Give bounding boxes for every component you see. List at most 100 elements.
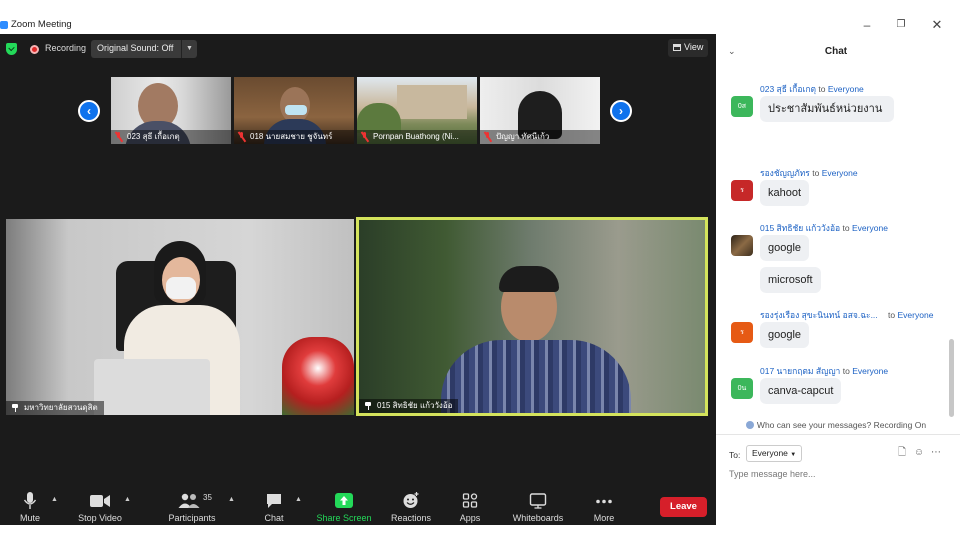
chat-message-input[interactable]: Type message here...: [729, 469, 816, 479]
recording-icon: [30, 45, 39, 54]
message-sender: รองชัญญภัทร: [760, 168, 810, 178]
security-shield-icon[interactable]: [6, 43, 17, 55]
mute-label: Mute: [19, 513, 41, 523]
video-camera-icon: [90, 495, 110, 507]
previous-page-icon[interactable]: ‹: [78, 100, 100, 122]
message-bubble: ประชาสัมพันธ์หน่วยงาน: [760, 96, 894, 122]
participant-body: [441, 340, 631, 413]
message-sender: รองรุ่งเรือง สุขะนินทน์ อสจ.ฉะ...: [760, 310, 878, 320]
more-options-icon[interactable]: ⋯: [930, 447, 942, 459]
participant-thumbnail[interactable]: Pornpan Buathong (Ni...: [357, 77, 477, 144]
participant-name: 018 นายสมชาย ชูจันทร์: [234, 130, 354, 144]
tree-shape: [357, 103, 401, 133]
participant-video[interactable]: มหาวิทยาลัยสวนดุสิต: [6, 219, 354, 415]
participants-count: 35: [203, 493, 212, 502]
message-bubble: canva-capcut: [760, 378, 842, 404]
view-button[interactable]: View: [668, 39, 708, 57]
zoom-app: Zoom Meeting – ❐ ✕ Recording Original So…: [0, 0, 960, 540]
chevron-up-icon[interactable]: ▲: [228, 496, 235, 503]
avatar: 0ส: [731, 96, 753, 117]
whiteboards-label: Whiteboards: [512, 513, 564, 523]
message-sender: 023 สุธี เกื้อเกตุ: [760, 84, 817, 94]
pin-icon: [364, 402, 372, 410]
meeting-top-bar: Recording Original Sound: Off ▼ View: [0, 34, 716, 64]
chat-scrollbar[interactable]: [949, 339, 954, 417]
laptop-shape: [94, 359, 210, 415]
more-dots-icon: [596, 499, 612, 504]
reactions-label: Reactions: [390, 513, 432, 523]
chevron-up-icon[interactable]: ▲: [124, 496, 131, 503]
message-bubble: google: [760, 322, 810, 348]
pin-icon: [11, 404, 19, 412]
participant-thumbnail[interactable]: 023 สุธี เกื้อเกตุ: [111, 77, 231, 144]
message-sender: 015 สิทธิชัย แก้ววังอ้อ: [760, 223, 841, 233]
message-target: Everyone: [852, 223, 888, 233]
stop-video-label: Stop Video: [78, 513, 122, 523]
divider: [716, 434, 960, 435]
minimize-icon[interactable]: –: [858, 17, 876, 33]
muted-mic-icon: [238, 132, 245, 142]
recording-label: Recording: [45, 43, 87, 53]
chat-panel: ⌄ Chat 023 สุธี เกื้อเกตุ to Everyone 0ส…: [716, 34, 960, 525]
participant-thumbnail[interactable]: ปัญญา ทัศนีเก้ว: [480, 77, 600, 144]
participant-thumbnail[interactable]: 018 นายสมชาย ชูจันทร์: [234, 77, 354, 144]
zoom-logo-icon: [0, 21, 8, 29]
participant-hair: [499, 266, 559, 292]
message-bubble: kahoot: [760, 180, 810, 206]
view-label: View: [684, 42, 704, 52]
original-sound-label: Original Sound: Off: [97, 43, 174, 53]
who-can-see-link[interactable]: Who can see your messages? Recording On: [716, 420, 956, 430]
participant-name-tag: มหาวิทยาลัยสวนดุสิต: [6, 401, 104, 415]
chevron-up-icon[interactable]: ▲: [51, 496, 58, 503]
to-label: To:: [729, 450, 741, 460]
leave-button[interactable]: Leave: [660, 497, 707, 517]
next-page-icon[interactable]: ›: [610, 100, 632, 122]
muted-mic-icon: [361, 132, 368, 142]
muted-mic-icon: [115, 132, 122, 142]
avatar: ร: [731, 322, 753, 343]
window-title: Zoom Meeting: [11, 19, 72, 30]
message-target: Everyone: [897, 310, 934, 320]
avatar: 0น: [731, 378, 753, 399]
view-grid-icon: [673, 44, 681, 51]
emoji-icon[interactable]: ☺: [913, 447, 925, 459]
chevron-down-icon[interactable]: ▼: [181, 40, 197, 58]
original-sound-button[interactable]: Original Sound: Off ▼: [91, 40, 197, 58]
apps-label: Apps: [459, 513, 481, 523]
apps-icon: [462, 493, 478, 508]
restore-icon[interactable]: ❐: [892, 17, 910, 33]
message-header: รองรุ่งเรือง สุขะนินทน์ อสจ.ฉะ... to Eve…: [760, 310, 934, 320]
message-header: 023 สุธี เกื้อเกตุ to Everyone: [760, 84, 864, 94]
chevron-up-icon[interactable]: ▲: [295, 496, 302, 503]
chat-title: Chat: [824, 46, 848, 57]
message-sender: 017 นายกฤตม สัญญา: [760, 366, 841, 376]
participant-mask: [285, 105, 307, 115]
message-header: รองชัญญภัทร to Everyone: [760, 168, 858, 178]
message-header: 015 สิทธิชัย แก้ววังอ้อ to Everyone: [760, 223, 888, 233]
muted-mic-icon: [484, 132, 491, 142]
message-header: 017 นายกฤตม สัญญา to Everyone: [760, 366, 889, 376]
avatar: ร: [731, 180, 753, 201]
message-bubble: google: [760, 235, 810, 261]
flower-bouquet-shape: [282, 337, 354, 415]
meeting-area: Recording Original Sound: Off ▼ View ‹ ›…: [0, 34, 716, 525]
participants-icon: [178, 493, 200, 508]
share-screen-label: Share Screen: [316, 513, 372, 523]
active-speaker-video[interactable]: 015 สิทธิชัย แก้ววังอ้อ: [356, 217, 708, 416]
message-bubble: microsoft: [760, 267, 821, 293]
message-target: Everyone: [821, 168, 858, 178]
recipient-select[interactable]: Everyone ▼: [746, 445, 802, 462]
more-label: More: [593, 513, 615, 523]
title-bar: Zoom Meeting – ❐ ✕: [0, 15, 960, 35]
chat-bubble-icon: [267, 494, 281, 508]
participant-name: ปัญญา ทัศนีเก้ว: [480, 130, 600, 144]
message-target: Everyone: [852, 366, 889, 376]
chat-label: Chat: [264, 513, 284, 523]
recipient-value: Everyone: [752, 448, 788, 458]
participant-name: Pornpan Buathong (Ni...: [357, 130, 477, 144]
participants-label: Participants: [168, 513, 216, 523]
share-screen-icon: [335, 493, 353, 508]
close-icon[interactable]: ✕: [928, 17, 946, 33]
file-icon[interactable]: 🗋: [896, 447, 908, 459]
chevron-down-icon: ▼: [790, 452, 797, 458]
